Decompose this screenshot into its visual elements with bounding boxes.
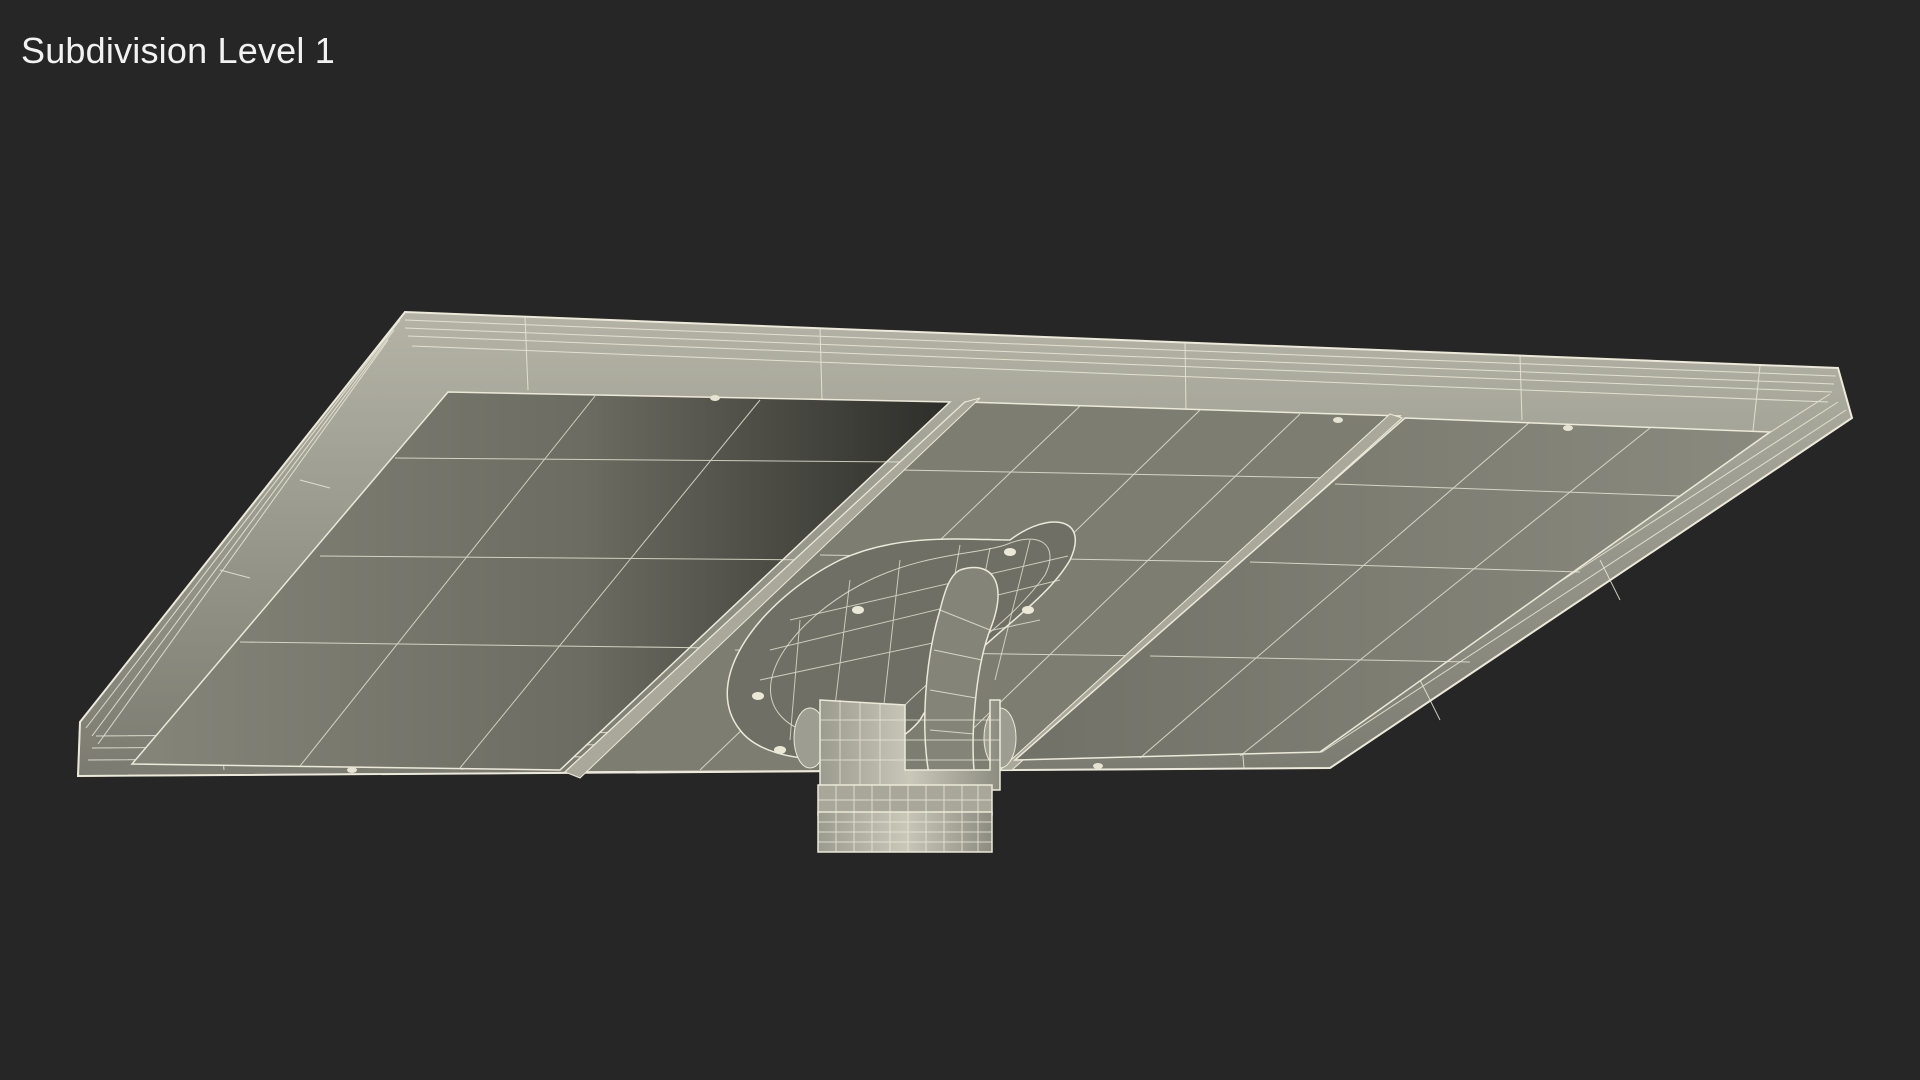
- solar-panel-render: [76, 310, 1854, 853]
- render-viewport: Subdivision Level 1: [0, 0, 1920, 1080]
